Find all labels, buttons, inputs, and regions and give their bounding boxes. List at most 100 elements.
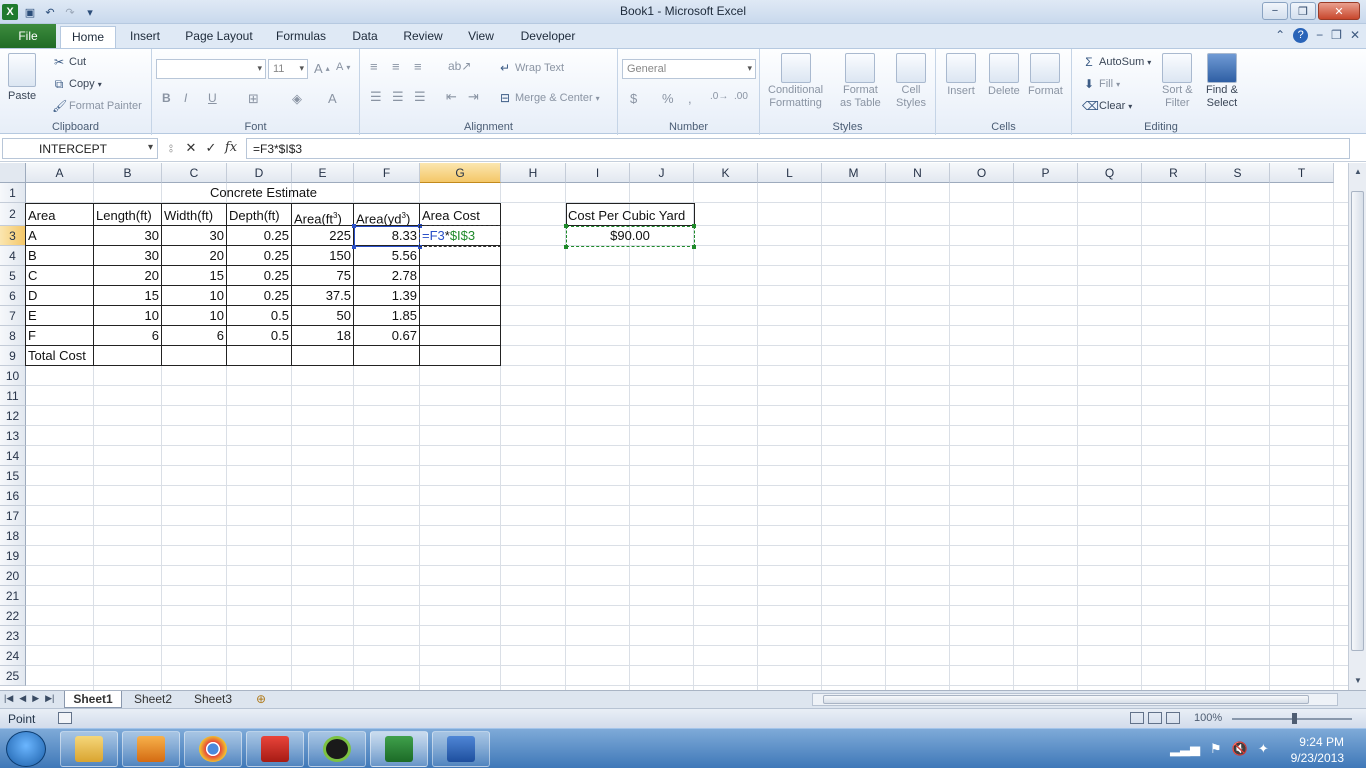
page-break-view-icon[interactable] [1166,712,1180,724]
row-header-10[interactable]: 10 [0,366,26,386]
header-cell-area-ft3[interactable]: Area(ft3) [292,206,354,226]
header-cell-length[interactable]: Length(ft) [94,206,162,226]
header-cell-depth[interactable]: Depth(ft) [227,206,292,226]
cell-area-yd3[interactable]: 1.39 [354,286,419,306]
cancel-icon[interactable]: ✕ [182,139,200,157]
cell-depth[interactable]: 0.25 [227,246,291,266]
sheet-title-cell[interactable]: Concrete Estimate [26,183,501,203]
font-color-icon[interactable]: A [328,91,337,106]
cell-width[interactable]: 10 [162,286,226,306]
column-header-15[interactable]: O [950,163,1014,183]
cell-depth[interactable]: 0.25 [227,226,291,246]
cell-area-ft3[interactable]: 150 [292,246,353,266]
cell-width[interactable]: 6 [162,326,226,346]
scroll-thumb[interactable] [823,695,1309,704]
cell-length[interactable]: 10 [94,306,161,326]
column-header-4[interactable]: D [227,163,292,183]
column-header-2[interactable]: B [94,163,162,183]
increase-indent-icon[interactable]: ⇥ [468,89,479,105]
column-header-13[interactable]: M [822,163,886,183]
vertical-scrollbar[interactable]: ▲ ▼ [1348,163,1366,690]
macro-record-icon[interactable] [58,712,72,724]
header-cell-area-cost[interactable]: Area Cost [420,206,500,226]
cell-depth[interactable]: 0.25 [227,266,291,286]
tab-insert[interactable]: Insert [122,26,168,48]
row-header-17[interactable]: 17 [0,506,26,526]
sheet-tab-sheet1[interactable]: Sheet1 [64,691,122,708]
wrap-text-button[interactable]: ↵ Wrap Text [498,61,564,75]
clock-date[interactable]: 9/23/2013 [1291,751,1344,765]
restore-button[interactable]: ❐ [1290,2,1316,20]
first-sheet-icon[interactable]: |◀ [4,693,13,704]
select-all-corner[interactable] [0,163,26,183]
cell-length[interactable]: 15 [94,286,161,306]
row-header-14[interactable]: 14 [0,446,26,466]
taskbar-word[interactable] [432,731,490,767]
horizontal-scrollbar[interactable] [812,693,1338,706]
decrease-indent-icon[interactable]: ⇤ [446,89,457,105]
row-header-6[interactable]: 6 [0,286,26,306]
row-header-20[interactable]: 20 [0,566,26,586]
taskbar-chrome[interactable] [184,731,242,767]
cell-width[interactable]: 15 [162,266,226,286]
row-header-8[interactable]: 8 [0,326,26,346]
font-size-combo[interactable]: 11 [268,59,308,79]
cost-per-yard-value[interactable]: $90.00 [566,226,694,246]
row-header-21[interactable]: 21 [0,586,26,606]
minimize-button[interactable]: − [1262,2,1288,20]
enter-icon[interactable]: ✓ [202,139,220,157]
tab-formulas[interactable]: Formulas [270,26,332,48]
format-cells-button[interactable]: Format [1028,53,1063,97]
cost-per-yard-label[interactable]: Cost Per Cubic Yard [566,206,694,226]
row-header-15[interactable]: 15 [0,466,26,486]
row-header-5[interactable]: 5 [0,266,26,286]
insert-sheet-icon[interactable]: ⊕ [250,691,272,708]
cell-area-yd3[interactable]: 8.33 [354,226,419,246]
tab-file[interactable]: File [0,24,56,48]
increase-decimal-icon[interactable]: .0→ [710,91,728,102]
align-bottom-icon[interactable]: ≡ [414,59,422,74]
scroll-thumb[interactable] [1351,191,1364,651]
prev-sheet-icon[interactable]: ◀ [19,693,26,704]
fill-button[interactable]: ⬇ Fill ▾ [1082,77,1120,91]
editing-cell-g3[interactable]: =F3*$I$3 [420,226,500,246]
cell-styles-button[interactable]: Cell Styles [896,53,926,109]
column-header-8[interactable]: H [501,163,566,183]
tab-view[interactable]: View [460,26,502,48]
cell-width[interactable]: 30 [162,226,226,246]
column-header-16[interactable]: P [1014,163,1078,183]
cell-area-ft3[interactable]: 50 [292,306,353,326]
zoom-slider-knob[interactable] [1292,713,1297,724]
column-header-11[interactable]: K [694,163,758,183]
formula-input[interactable]: =F3*$I$3 [246,138,1350,159]
cell-depth[interactable]: 0.5 [227,306,291,326]
row-header-16[interactable]: 16 [0,486,26,506]
column-header-10[interactable]: J [630,163,694,183]
number-format-combo[interactable]: General [622,59,756,79]
decrease-decimal-icon[interactable]: .00 [734,91,748,102]
column-header-12[interactable]: L [758,163,822,183]
fill-color-icon[interactable]: ◈ [292,91,302,107]
cell-area-ft3[interactable]: 225 [292,226,353,246]
cell-area-yd3[interactable]: 5.56 [354,246,419,266]
insert-cells-button[interactable]: Insert [946,53,976,97]
column-header-6[interactable]: F [354,163,420,183]
clock-time[interactable]: 9:24 PM [1299,735,1344,749]
cell-area-ft3[interactable]: 18 [292,326,353,346]
volume-icon[interactable]: 🔇 [1232,741,1248,757]
taskbar-excel[interactable] [370,731,428,767]
column-header-18[interactable]: R [1142,163,1206,183]
signal-icon[interactable]: ▂▃▅ [1170,741,1200,757]
zoom-level[interactable]: 100% [1194,712,1222,724]
sheet-tab-sheet3[interactable]: Sheet3 [184,691,242,708]
cell-width[interactable]: 20 [162,246,226,266]
column-header-19[interactable]: S [1206,163,1270,183]
orientation-icon[interactable]: ab↗ [448,59,471,73]
currency-icon[interactable]: $ [630,91,637,106]
row-header-12[interactable]: 12 [0,406,26,426]
font-name-combo[interactable] [156,59,266,79]
bold-button[interactable]: B [162,91,171,105]
row-header-25[interactable]: 25 [0,666,26,686]
workbook-minimize-icon[interactable]: − [1316,28,1323,43]
cell-length[interactable]: 30 [94,226,161,246]
